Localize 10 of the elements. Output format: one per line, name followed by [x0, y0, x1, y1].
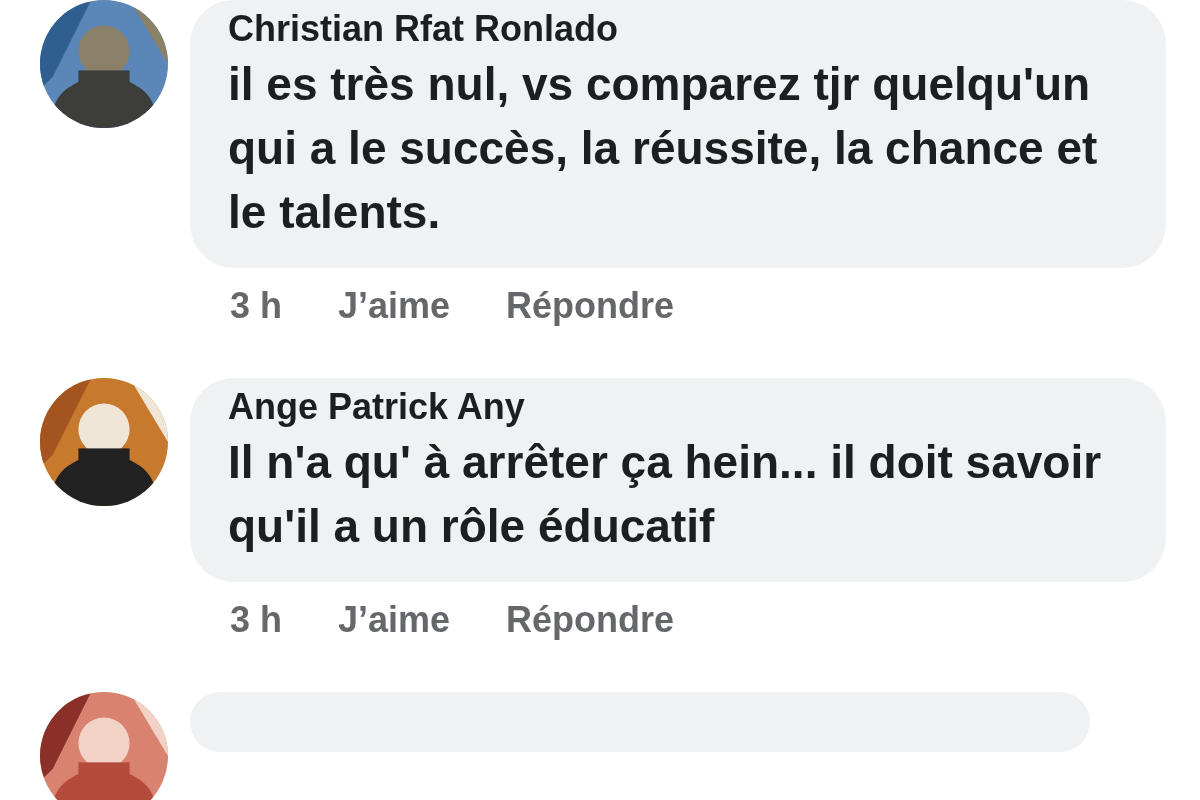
author-name[interactable]: Ange Patrick Any — [228, 384, 1128, 430]
reply-link[interactable]: Répondre — [506, 284, 675, 328]
comment-text: Il n'a qu' à arrêter ça hein... il doit savoir qu'il a un rôle éducatif — [228, 435, 1103, 554]
reply-link[interactable]: Répondre — [506, 598, 675, 642]
like-link[interactable]: J’aime — [338, 284, 451, 328]
author-name[interactable]: Christian Rfat Ronlado — [228, 6, 1128, 52]
comment-time: 3 h — [230, 284, 282, 328]
comment-time: 3 h — [230, 598, 282, 642]
comment-text: il es très nul, vs comparez tjr quelqu'un qui a le succès, la réussite, la chance et le talents. — [228, 57, 1099, 240]
like-link[interactable]: J’aime — [338, 598, 451, 642]
